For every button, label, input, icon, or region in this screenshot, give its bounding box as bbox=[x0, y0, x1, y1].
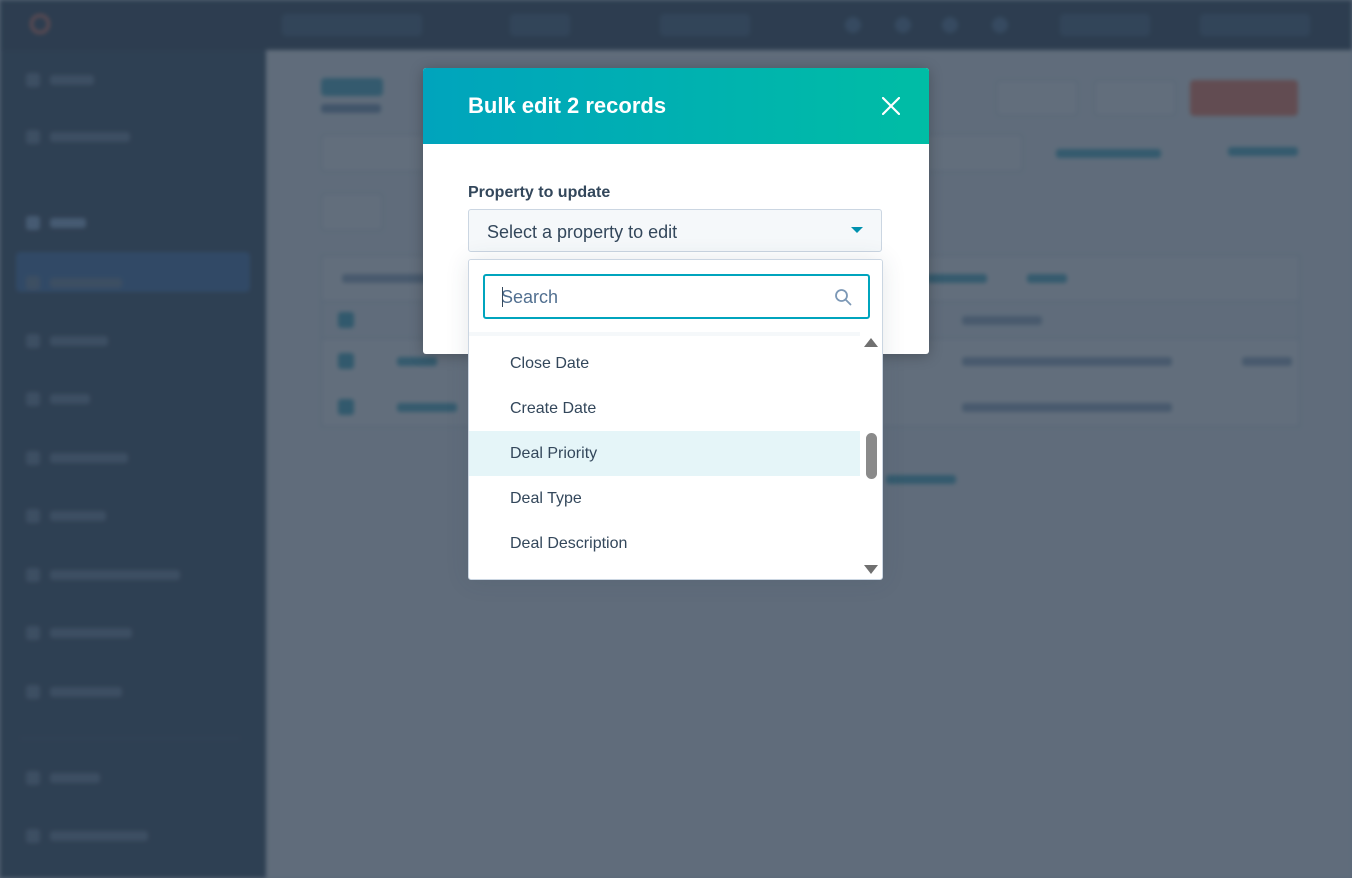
option-label: Close Date bbox=[510, 355, 590, 372]
text-cursor bbox=[502, 287, 503, 307]
search-icon bbox=[835, 289, 852, 306]
search-input[interactable] bbox=[501, 286, 821, 308]
scroll-up-arrow-icon[interactable] bbox=[864, 338, 878, 347]
option-deal-priority[interactable]: Deal Priority bbox=[469, 431, 860, 476]
option-label: Deal Description bbox=[510, 535, 628, 552]
option-close-date[interactable]: Close Date bbox=[469, 341, 860, 386]
property-to-update-label: Property to update bbox=[468, 184, 611, 201]
option-label: Deal Priority bbox=[510, 445, 598, 462]
scrollbar-thumb[interactable] bbox=[866, 433, 877, 479]
option-deal-type[interactable]: Deal Type bbox=[469, 476, 860, 521]
search-box[interactable] bbox=[483, 274, 870, 319]
close-button[interactable] bbox=[877, 92, 905, 120]
option-label: Create Date bbox=[510, 400, 597, 417]
dropdown-search-area bbox=[469, 260, 882, 332]
property-select-value: Select a property to edit bbox=[487, 222, 678, 242]
caret-down-icon bbox=[851, 227, 863, 233]
property-dropdown-menu: Close Date Create Date Deal Priority Dea… bbox=[468, 259, 883, 580]
property-select[interactable]: Select a property to edit bbox=[468, 209, 882, 252]
scroll-down-arrow-icon[interactable] bbox=[864, 565, 878, 574]
option-label: Deal Type bbox=[510, 490, 582, 507]
option-deal-description[interactable]: Deal Description bbox=[469, 521, 860, 566]
close-icon bbox=[882, 97, 900, 115]
option-create-date[interactable]: Create Date bbox=[469, 386, 860, 431]
modal-header: Bulk edit 2 records bbox=[423, 68, 929, 144]
modal-title: Bulk edit 2 records bbox=[468, 93, 667, 118]
property-options-list: Close Date Create Date Deal Priority Dea… bbox=[469, 332, 860, 579]
